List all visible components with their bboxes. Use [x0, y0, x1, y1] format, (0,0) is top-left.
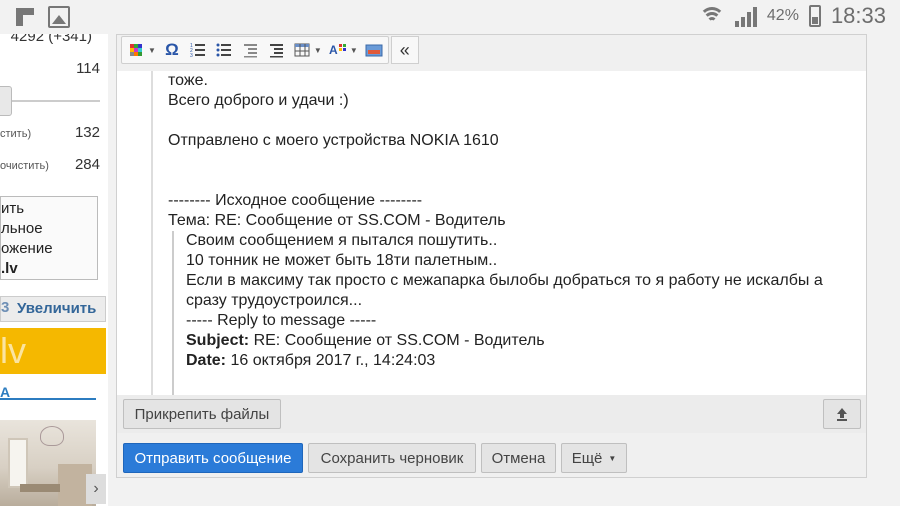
table-icon[interactable] [292, 40, 312, 60]
svg-text:A: A [329, 43, 338, 57]
editor-toolbar: ▼ Ω 123 ▼ A ▼ « [121, 35, 862, 65]
range-slider-handle[interactable] [0, 86, 12, 116]
listing-thumbnail[interactable] [0, 420, 96, 506]
message-body[interactable]: тоже. Всего доброго и удачи :) Отправлен… [117, 71, 866, 427]
svg-text:3: 3 [190, 53, 193, 58]
battery-icon [808, 5, 821, 27]
quote-date: Date: 16 октября 2017 г., 14:24:03 [186, 351, 862, 371]
stat-count: 114 [76, 60, 100, 77]
filter-clear-link[interactable]: стить) [0, 128, 31, 140]
flipboard-notification-icon [14, 6, 36, 28]
zoom-prefix: 3 [1, 299, 10, 316]
chevron-down-icon[interactable]: ▼ [350, 46, 358, 55]
filter-count: 132 [74, 124, 100, 141]
chevron-down-icon[interactable]: ▼ [314, 46, 322, 55]
list-item[interactable]: ить [1, 199, 97, 219]
message-text[interactable]: тоже. Всего доброго и удачи :) Отправлен… [168, 71, 858, 231]
upload-icon[interactable] [823, 399, 861, 429]
quote-margin [151, 71, 153, 427]
text-line: Всего доброго и удачи :) [168, 92, 349, 109]
chevron-down-icon: ▼ [608, 453, 617, 463]
more-label: Ещё [571, 449, 603, 467]
indent-icon[interactable] [266, 40, 286, 60]
banner-text: lv [0, 330, 26, 371]
chevron-down-icon[interactable]: ▼ [148, 46, 156, 55]
ad-banner[interactable]: lv [0, 328, 106, 374]
send-message-button[interactable]: Отправить сообщение [123, 443, 303, 473]
battery-percent: 42% [766, 7, 799, 24]
unordered-list-icon[interactable] [214, 40, 234, 60]
message-editor: ▼ Ω 123 ▼ A ▼ « тоже. Всего доброго и уд… [116, 34, 867, 478]
outdent-icon[interactable] [240, 40, 260, 60]
collapse-toolbar-icon[interactable]: « [390, 36, 419, 64]
cancel-button[interactable]: Отмена [481, 443, 556, 473]
grid-color-icon[interactable] [126, 40, 146, 60]
action-bar: Отправить сообщение Сохранить черновик О… [117, 439, 866, 477]
stat-total: 4292 (+341) [10, 34, 92, 45]
sort-listbox[interactable]: ить льное ожение .lv [0, 196, 98, 280]
date-value: 16 октября 2017 г., 14:24:03 [226, 352, 436, 369]
divider [0, 398, 96, 400]
reply-header: ----- Reply to message ----- [186, 312, 377, 329]
list-item[interactable]: ожение [1, 239, 97, 259]
text-line [168, 111, 858, 131]
attach-files-button[interactable]: Прикрепить файлы [123, 399, 281, 429]
next-arrow-button[interactable]: › [86, 474, 106, 504]
text-color-icon[interactable]: A [328, 40, 348, 60]
filter-count: 284 [74, 156, 100, 173]
date-label: Date: [186, 352, 227, 369]
quote-subject: Subject: RE: Сообщение от SS.COM - Водит… [186, 331, 862, 351]
save-draft-button[interactable]: Сохранить черновик [308, 443, 476, 473]
text-line [168, 151, 858, 171]
omega-icon[interactable]: Ω [162, 40, 182, 60]
image-icon[interactable] [364, 40, 384, 60]
subject-value: RE: Сообщение от SS.COM - Водитель [249, 332, 545, 349]
text-line: Отправлено с моего устройства NOKIA 1610 [168, 132, 499, 149]
text-line [168, 171, 858, 191]
gallery-notification-icon [48, 6, 70, 28]
left-sidebar: 4292 (+341) 114 стить) 132 очистить) 284… [0, 34, 108, 506]
status-bar: 42% 18:33 [0, 0, 900, 34]
ordered-list-icon[interactable]: 123 [188, 40, 208, 60]
clock: 18:33 [830, 3, 886, 28]
range-slider-track[interactable] [0, 100, 100, 102]
quote-line: 10 тонник не может быть 18ти палетным.. [186, 252, 498, 269]
text-line: -------- Исходное сообщение -------- [168, 192, 423, 209]
zoom-button[interactable]: 3 Увеличить [0, 296, 106, 322]
filter-clear-link[interactable]: очистить) [0, 160, 49, 172]
signal-icon [734, 5, 757, 27]
more-button[interactable]: Ещё ▼ [561, 443, 627, 473]
quote-line: Если в максиму так просто с межапарка бы… [186, 272, 823, 309]
quote-line: Своим сообщением я пытался пошутить.. [186, 232, 498, 249]
list-item[interactable]: льное [1, 219, 97, 239]
zoom-label: Увеличить [17, 300, 97, 317]
attachments-bar: Прикрепить файлы [117, 395, 866, 433]
text-line: Тема: RE: Сообщение от SS.COM - Водитель [168, 212, 506, 229]
list-item[interactable]: .lv [1, 259, 97, 279]
subject-label: Subject: [186, 332, 250, 349]
text-line: тоже. [168, 72, 208, 89]
wifi-icon [698, 5, 725, 27]
